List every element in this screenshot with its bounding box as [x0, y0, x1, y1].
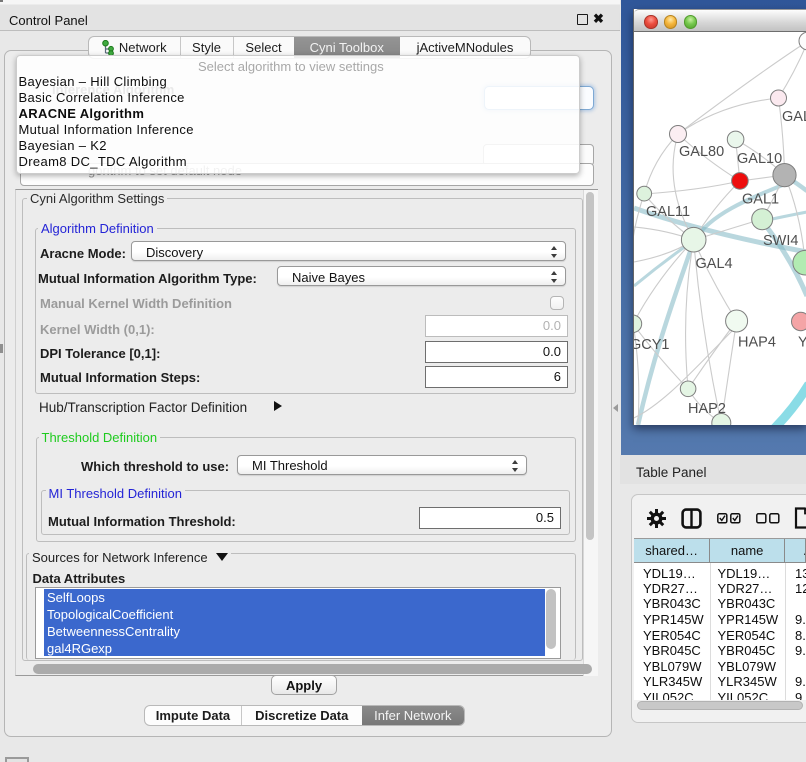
svg-text:GAL10: GAL10	[737, 151, 782, 167]
svg-text:GAL80: GAL80	[679, 144, 724, 160]
svg-text:HAP4: HAP4	[738, 335, 776, 351]
svg-text:SWI4: SWI4	[763, 233, 798, 249]
svg-text:GAL4: GAL4	[696, 256, 733, 272]
svg-text:GAL2: GAL2	[782, 109, 806, 125]
svg-text:GAL11: GAL11	[646, 204, 690, 220]
svg-text:HAP2: HAP2	[688, 401, 726, 417]
svg-text:Y: Y	[798, 335, 806, 351]
svg-text:GAL1: GAL1	[742, 192, 779, 208]
svg-text:GCY1: GCY1	[634, 337, 670, 353]
